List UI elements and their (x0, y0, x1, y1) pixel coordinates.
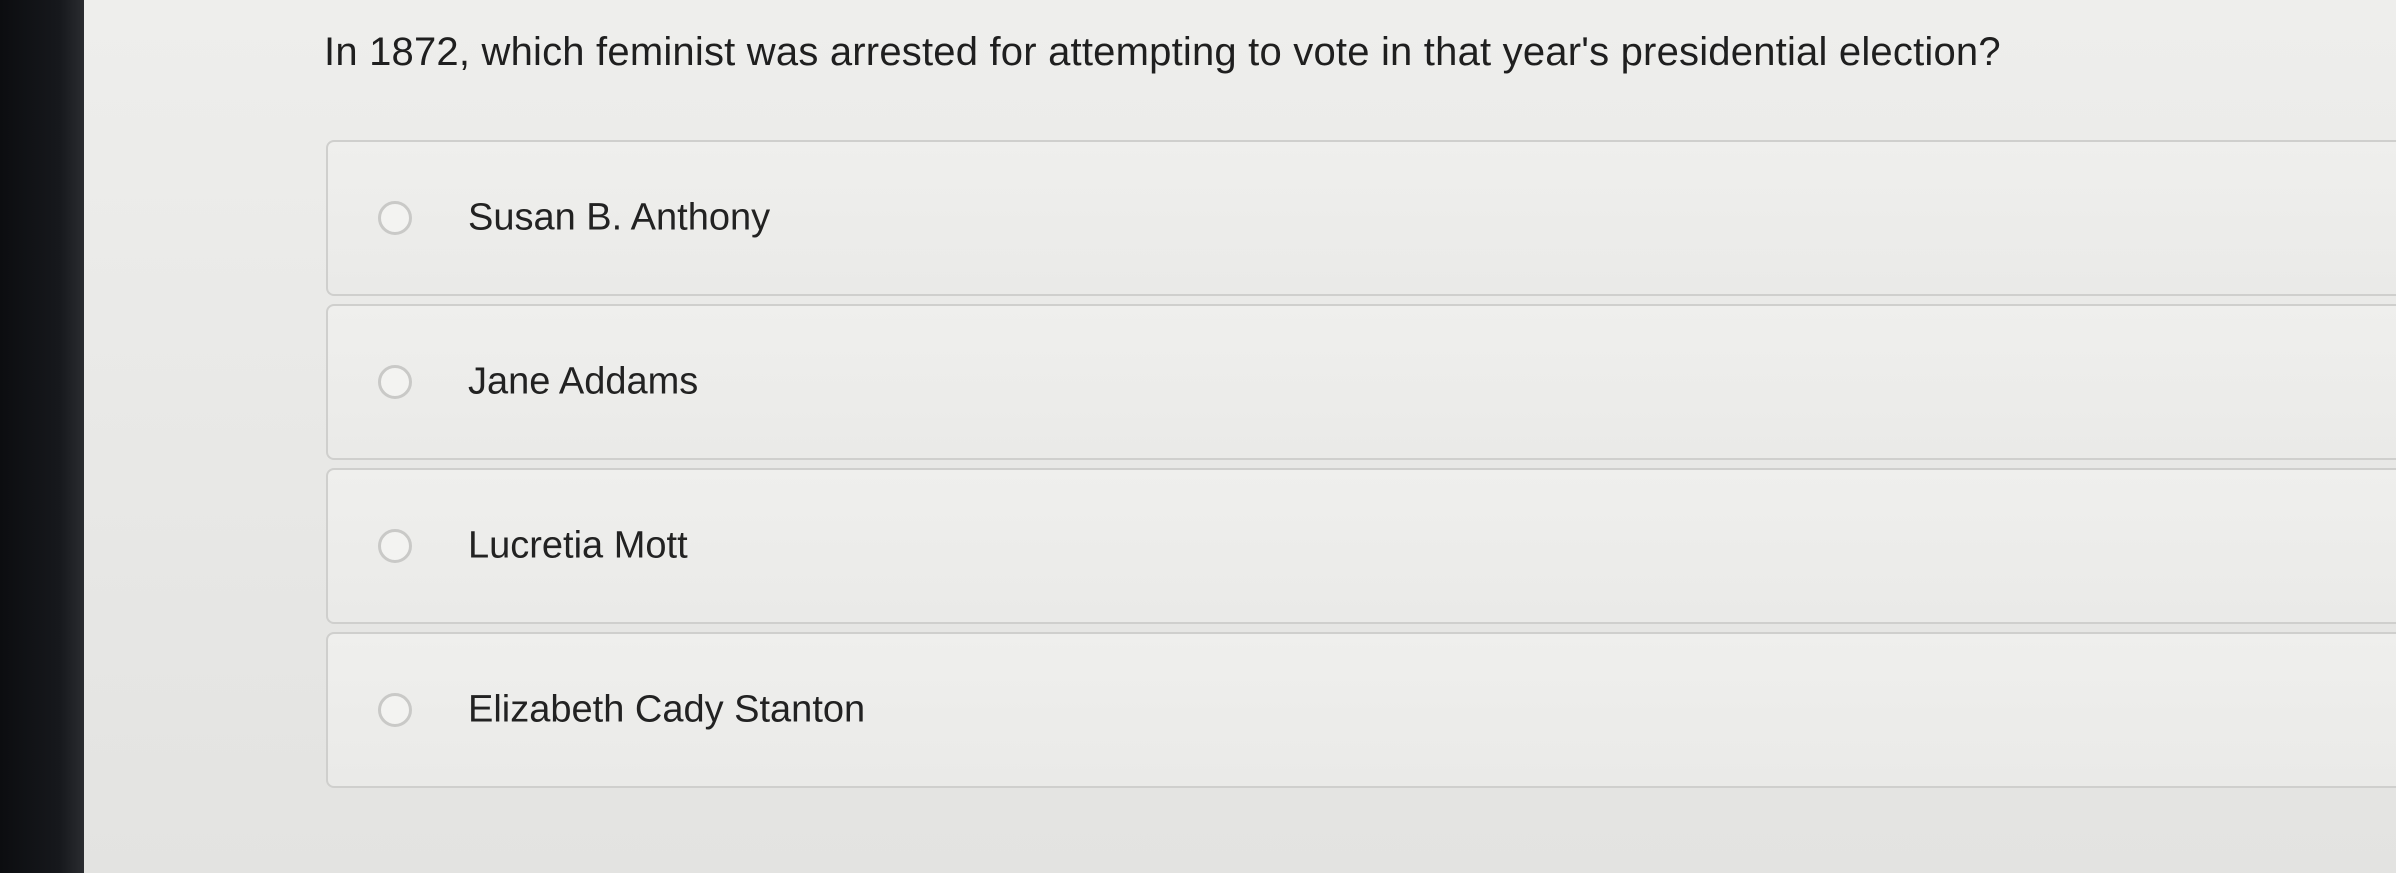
radio-button-icon[interactable] (378, 365, 412, 399)
monitor-bezel (0, 0, 84, 873)
quiz-screen: In 1872, which feminist was arrested for… (84, 0, 2396, 873)
answer-label: Lucretia Mott (468, 524, 688, 567)
answer-option-elizabeth-cady-stanton[interactable]: Elizabeth Cady Stanton (326, 632, 2396, 788)
answer-label: Susan B. Anthony (468, 196, 771, 239)
answer-option-lucretia-mott[interactable]: Lucretia Mott (326, 468, 2396, 624)
radio-button-icon[interactable] (378, 201, 412, 235)
answer-label: Jane Addams (468, 360, 699, 403)
answer-option-jane-addams[interactable]: Jane Addams (326, 304, 2396, 460)
question-text: In 1872, which feminist was arrested for… (324, 30, 2001, 74)
radio-button-icon[interactable] (378, 693, 412, 727)
radio-button-icon[interactable] (378, 529, 412, 563)
answer-option-susan-b-anthony[interactable]: Susan B. Anthony (326, 140, 2396, 296)
answer-options: Susan B. Anthony Jane Addams Lucretia Mo… (326, 140, 2396, 796)
answer-label: Elizabeth Cady Stanton (468, 688, 866, 731)
